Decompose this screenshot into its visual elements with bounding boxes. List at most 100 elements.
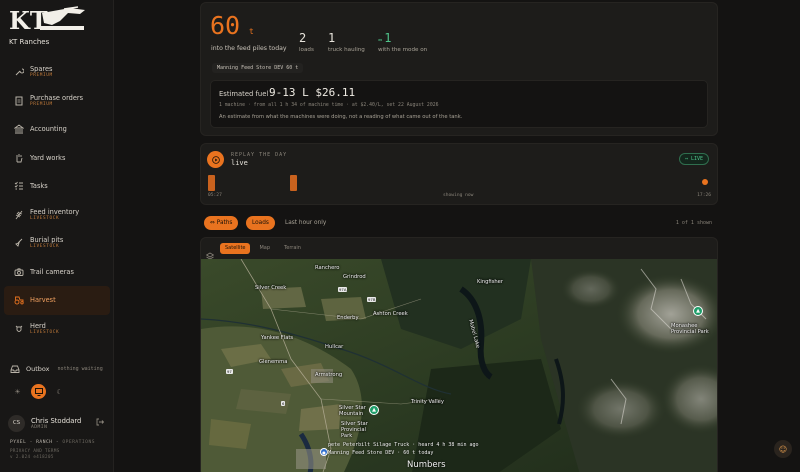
sidebar: KT KT Ranches Spares PREMIUM Purchase ord…: [0, 0, 114, 472]
camera-icon: [14, 267, 24, 277]
sidebar-item-label: Feed inventory: [30, 207, 80, 216]
play-icon: [211, 155, 220, 164]
last-hour-label: Last hour only: [285, 220, 327, 226]
sidebar-item-label: Purchase orders: [30, 93, 84, 102]
numbers-label: Numbers: [407, 460, 446, 470]
mode-stat: ⇔ 1 with the mode on: [378, 31, 427, 53]
version-text: v 2.024 e418205: [10, 454, 54, 459]
monitor-icon[interactable]: [31, 384, 46, 399]
sidebar-item-purchase-orders[interactable]: Purchase orders PREMIUM: [4, 87, 110, 116]
sidebar-item-accounting[interactable]: Accounting: [4, 115, 110, 144]
mode-label: with the mode on: [378, 47, 428, 53]
tractor-icon: [14, 295, 24, 305]
fuel-estimate: Estimated fuel 9-13 L $26.11 1 machine ·…: [210, 80, 708, 128]
highway-shield: 97A: [338, 287, 348, 292]
truck-marker-icon[interactable]: ●: [320, 448, 328, 456]
map-label: Ashton Creek: [373, 311, 408, 317]
moon-icon[interactable]: ☾: [52, 384, 67, 399]
wheat-icon: [14, 210, 24, 220]
satellite-map[interactable]: Ranchero Grindrod Silver Creek Enderby A…: [201, 258, 717, 472]
outbox[interactable]: Outbox nothing waiting: [10, 364, 103, 374]
outbox-label: Outbox: [26, 365, 50, 373]
sidebar-item-badge: PREMIUM: [30, 73, 53, 79]
tab-satellite[interactable]: Satellite: [220, 243, 251, 254]
help-button[interactable]: ☺: [774, 440, 792, 458]
tab-terrain[interactable]: Terrain: [279, 243, 306, 254]
sidebar-item-label: Tasks: [30, 182, 48, 191]
truck-caption: pete Peterbilt Silage Truck · heard 4 h …: [328, 442, 479, 448]
map-label: Silver Star Provincial Park: [341, 421, 368, 439]
timeline-playhead[interactable]: [702, 179, 708, 185]
last-hour-toggle[interactable]: Last hour only: [279, 216, 332, 230]
map-label: Glenemma: [259, 359, 288, 365]
live-badge[interactable]: ⇔ LIVE: [678, 153, 709, 165]
svg-text:KT: KT: [9, 6, 48, 35]
map-label: Kingfisher: [477, 279, 504, 285]
sidebar-item-label: Trail cameras: [30, 267, 74, 276]
sun-icon[interactable]: ☀: [10, 384, 25, 399]
map-pin-icon[interactable]: ▲: [693, 306, 703, 316]
sidebar-item-label: Herd: [30, 321, 46, 330]
sidebar-item-tasks[interactable]: Tasks: [4, 172, 110, 201]
highway-shield: 6: [281, 401, 286, 406]
map-label: Monashee Provincial Park: [671, 323, 709, 335]
store-caption: Manning Feed Store DEV · 60 t today: [328, 450, 434, 456]
sidebar-item-feed-inventory[interactable]: Feed inventory LIVESTOCK: [4, 201, 110, 230]
trucks-stat: 1 truck hauling: [328, 31, 365, 53]
map-label: Enderby: [337, 315, 359, 321]
tonnes-label: into the feed piles today: [211, 45, 287, 52]
layers-icon[interactable]: [205, 245, 215, 259]
map-filters: ⇔ Paths Loads Last hour only 1 of 1 show…: [200, 215, 718, 231]
loads-toggle[interactable]: Loads: [246, 216, 275, 230]
brand-name: KT Ranches: [9, 38, 50, 46]
bank-icon: [14, 124, 24, 134]
map-label: Armstrong: [315, 372, 343, 378]
sidebar-item-burial-pits[interactable]: Burial pits LIVESTOCK: [4, 229, 110, 258]
sidebar-item-harvest[interactable]: Harvest: [4, 286, 110, 315]
paths-toggle[interactable]: ⇔ Paths: [204, 216, 239, 230]
timeline-start: 05:27: [208, 193, 222, 198]
map-label: Yankee Flats: [261, 335, 294, 341]
map-pin-icon[interactable]: ▲: [369, 405, 379, 415]
footer: PYXEL · RANCH · OPERATIONS PRIVACY AND T…: [10, 440, 95, 459]
timeline-event[interactable]: [208, 175, 215, 191]
replay-label: REPLAY THE DAY: [231, 152, 288, 158]
document-icon: [14, 96, 24, 106]
sidebar-nav: Spares PREMIUM Purchase orders PREMIUM Acc…: [0, 58, 114, 343]
inbox-icon: [10, 364, 20, 374]
feed-store-chip[interactable]: Manning Feed Store DEV 60 t: [212, 63, 304, 73]
link-icon: ⇔: [684, 156, 688, 162]
theme-switcher: ☀ ☾: [10, 384, 67, 399]
sidebar-item-spares[interactable]: Spares PREMIUM: [4, 58, 110, 87]
sidebar-item-label: Accounting: [30, 125, 67, 134]
highway-shield: 97: [226, 369, 233, 374]
map-label: Trinity Valley: [411, 399, 444, 405]
sidebar-item-yard-works[interactable]: Yard works: [4, 144, 110, 173]
trucks-value: 1: [328, 31, 336, 45]
timeline-now: showing now: [443, 193, 474, 198]
trucks-label: truck hauling: [328, 47, 365, 53]
map-label: Silver Creek: [255, 285, 287, 291]
logout-icon[interactable]: [96, 418, 105, 428]
sidebar-item-badge: PREMIUM: [30, 101, 53, 107]
privacy-link[interactable]: PRIVACY AND TERMS: [10, 448, 95, 453]
harvest-summary-card: 60 t into the feed piles today 2 loads 1…: [200, 2, 718, 136]
shovel-icon: [14, 238, 24, 248]
tab-map[interactable]: Map: [254, 243, 275, 254]
kt-ranches-logo[interactable]: KT: [8, 5, 88, 39]
tonnes-unit: t: [249, 27, 254, 36]
play-button[interactable]: [207, 151, 224, 168]
wrench-icon: [14, 67, 24, 77]
map-card: Satellite Map Terrain Ranchero Grindrod …: [200, 237, 718, 472]
checklist-icon: [14, 181, 24, 191]
sidebar-item-herd[interactable]: Herd LIVESTOCK: [4, 315, 110, 344]
user-profile[interactable]: CS Chris Stoddard ADMIN: [8, 412, 108, 434]
fuel-title: Estimated fuel: [219, 90, 269, 98]
user-role: ADMIN: [31, 424, 48, 430]
sidebar-item-badge: LIVESTOCK: [30, 215, 60, 221]
sidebar-item-trail-cameras[interactable]: Trail cameras: [4, 258, 110, 287]
timeline-event[interactable]: [290, 175, 297, 191]
tonnes-value: 60: [210, 11, 241, 40]
shown-count: 1 of 1 shown: [675, 220, 712, 226]
map-label: Grindrod: [343, 274, 366, 280]
